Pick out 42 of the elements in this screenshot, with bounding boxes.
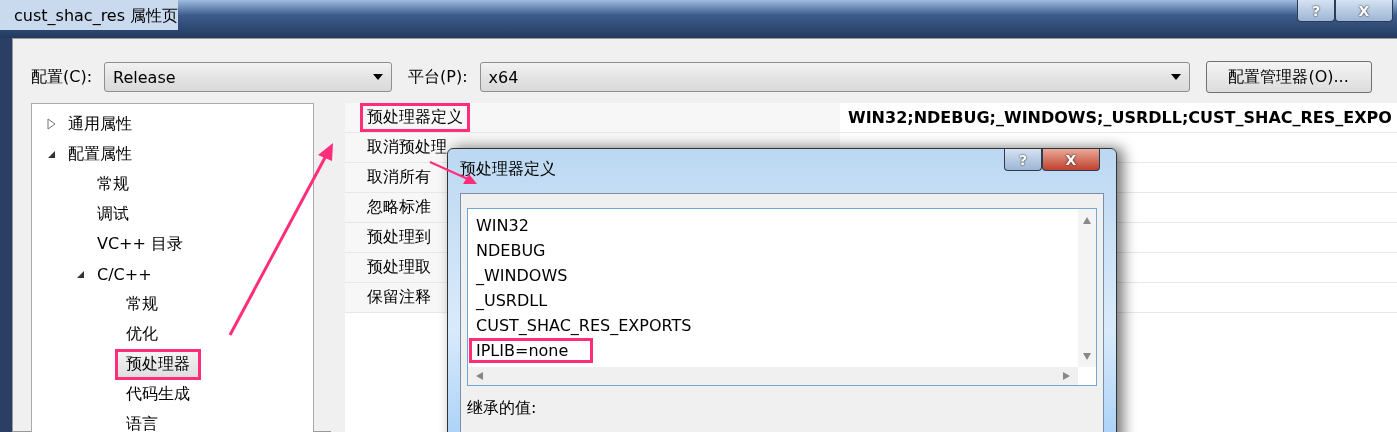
scroll-right-arrow-icon[interactable] bbox=[1062, 371, 1072, 381]
horizontal-scrollbar[interactable] bbox=[468, 367, 1078, 385]
property-name[interactable]: 预处理到 bbox=[360, 223, 438, 252]
config-label: 配置(C): bbox=[31, 66, 93, 88]
tree-item[interactable]: 优化 bbox=[115, 318, 169, 350]
definition-line: NDEBUG bbox=[475, 240, 547, 262]
tree-item[interactable]: C/C++ bbox=[86, 259, 163, 289]
property-name[interactable]: 预处理器定义 bbox=[360, 103, 470, 132]
tree-item[interactable]: VC++ 目录 bbox=[86, 228, 194, 260]
definition-line: WIN32 bbox=[475, 215, 530, 237]
scroll-up-arrow-icon[interactable] bbox=[1082, 215, 1092, 225]
property-name[interactable]: 保留注释 bbox=[360, 283, 438, 312]
definition-line: _WINDOWS bbox=[475, 265, 569, 287]
property-name[interactable]: 忽略标准 bbox=[360, 193, 438, 222]
dropdown-caret-icon bbox=[1170, 74, 1181, 80]
config-manager-button[interactable]: 配置管理器(O)... bbox=[1205, 61, 1372, 93]
scroll-left-arrow-icon[interactable] bbox=[474, 371, 484, 381]
tree-item[interactable]: 代码生成 bbox=[115, 378, 201, 410]
dialog-title: 预处理器定义 bbox=[460, 158, 556, 180]
definition-line: _USRDLL bbox=[475, 290, 549, 312]
tree-item[interactable]: 常规 bbox=[115, 288, 169, 320]
property-name[interactable]: 取消所有 bbox=[360, 163, 438, 192]
tree-item[interactable]: 语言 bbox=[115, 408, 169, 432]
tree-item[interactable]: 调试 bbox=[86, 198, 140, 230]
config-dropdown[interactable]: Release bbox=[104, 62, 393, 92]
property-name[interactable]: 预处理取 bbox=[360, 253, 438, 282]
definition-line: CUST_SHAC_RES_EXPORTS bbox=[475, 315, 693, 337]
window-title: cust_shac_res 属性页 bbox=[0, 0, 179, 30]
platform-dropdown[interactable]: x64 bbox=[479, 62, 1190, 92]
tree-item[interactable]: 配置属性 bbox=[57, 138, 143, 170]
collapsed-triangle-icon[interactable] bbox=[46, 118, 56, 130]
vertical-scrollbar[interactable] bbox=[1078, 209, 1096, 367]
platform-label: 平台(P): bbox=[408, 66, 468, 88]
definitions-textbox[interactable]: WIN32 NDEBUG _WINDOWS _USRDLL CUST_SHAC_RES_EXPORTS IPLIB=none bbox=[467, 208, 1097, 386]
annotation-arrow bbox=[429, 161, 477, 184]
inherited-values-label: 继承的值: bbox=[467, 398, 537, 419]
property-value[interactable]: WIN32;NDEBUG;_WINDOWS;_USRDLL;CUST_SHAC_RES_EXPO bbox=[848, 108, 1392, 127]
tree-item[interactable]: 预处理器 bbox=[115, 348, 201, 380]
tree-item[interactable]: 通用属性 bbox=[57, 108, 143, 140]
scroll-down-arrow-icon[interactable] bbox=[1082, 351, 1092, 361]
tree-item[interactable]: 常规 bbox=[86, 168, 140, 200]
dropdown-caret-icon bbox=[373, 74, 384, 80]
